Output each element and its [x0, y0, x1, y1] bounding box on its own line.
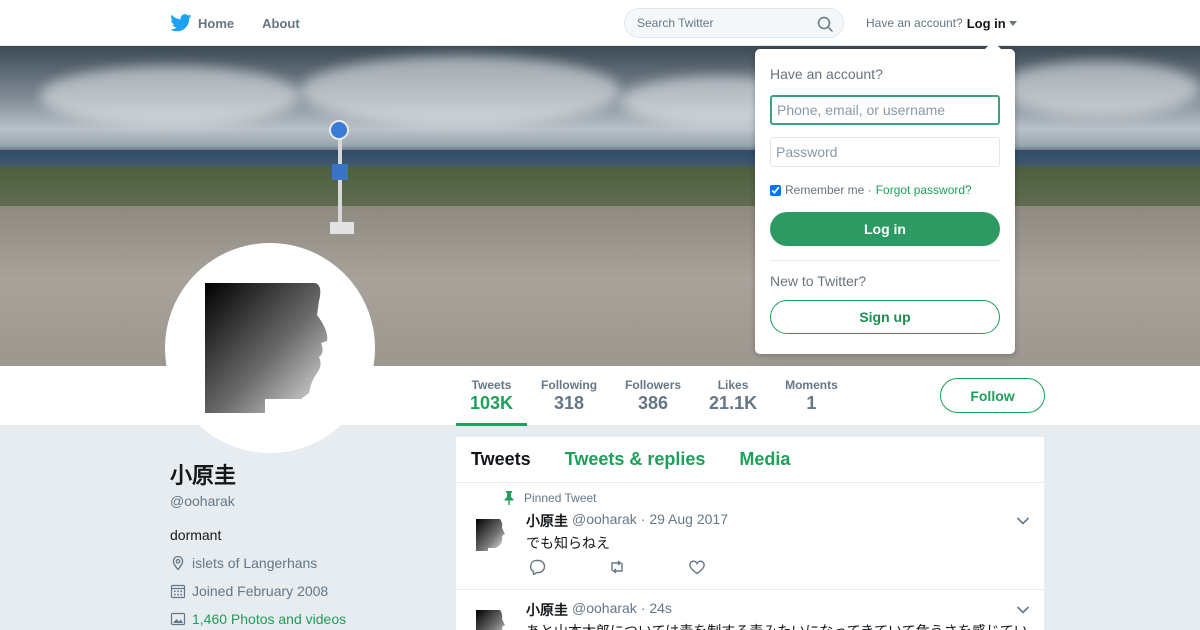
- tweet-author-handle[interactable]: @ooharak: [572, 600, 637, 620]
- login-dropdown-toggle[interactable]: Log in: [967, 16, 1017, 31]
- tweet-avatar[interactable]: [476, 610, 506, 630]
- tweet-timestamp[interactable]: · 24s: [641, 600, 672, 620]
- banner-cloud: [300, 56, 620, 126]
- banner-sign-disc: [329, 120, 349, 140]
- account-prompt-text: Have an account?: [866, 16, 963, 30]
- profile-handle[interactable]: @ooharak: [170, 493, 430, 509]
- chevron-down-icon[interactable]: [1016, 516, 1030, 526]
- signup-button[interactable]: Sign up: [770, 300, 1000, 334]
- remember-me-label: Remember me ·: [785, 183, 872, 197]
- timeline-tabs: Tweets Tweets & replies Media: [456, 437, 1044, 483]
- avatar-silhouette-image: [205, 283, 328, 413]
- login-dropdown-title: Have an account?: [770, 66, 883, 82]
- photos-videos-link[interactable]: 1,460 Photos and videos: [192, 611, 346, 627]
- profile-bio: dormant: [170, 527, 222, 543]
- stat-label: Likes: [717, 378, 749, 392]
- tweet-author-name[interactable]: 小原圭: [526, 511, 568, 531]
- remember-me-row: Remember me · Forgot password?: [770, 183, 972, 197]
- top-navigation-bar: Home About Have an account? Log in: [0, 0, 1200, 46]
- follow-button[interactable]: Follow: [940, 378, 1045, 413]
- banner-cloud: [40, 66, 300, 126]
- nav-home-label: Home: [198, 15, 235, 31]
- chevron-down-icon[interactable]: [1016, 605, 1030, 615]
- profile-avatar[interactable]: [165, 243, 375, 453]
- like-heart-icon[interactable]: [688, 559, 706, 575]
- tweet-text: でも知らねえ: [526, 535, 610, 551]
- profile-name[interactable]: 小原圭: [170, 458, 430, 490]
- stat-moments[interactable]: Moments 1: [771, 366, 852, 426]
- new-to-twitter-label: New to Twitter?: [770, 273, 867, 289]
- location-text: islets of Langerhans: [192, 555, 318, 571]
- banner-cloud: [1000, 61, 1200, 116]
- stat-label: Tweets: [471, 378, 512, 392]
- login-link-label: Log in: [966, 15, 1006, 31]
- profile-stats: Tweets 103K Following 318 Followers 386 …: [456, 366, 852, 426]
- tweet-avatar[interactable]: [476, 519, 506, 551]
- banner-sign-base: [330, 222, 354, 234]
- stat-label: Following: [541, 378, 598, 392]
- stat-following[interactable]: Following 318: [527, 366, 611, 426]
- twitter-bird-icon: [170, 14, 192, 32]
- tweet-author-name[interactable]: 小原圭: [526, 600, 568, 620]
- photo-icon: [170, 612, 186, 626]
- reply-icon[interactable]: [528, 559, 546, 575]
- stat-likes[interactable]: Likes 21.1K: [695, 366, 771, 426]
- search-icon[interactable]: [817, 16, 833, 32]
- stat-value: 103K: [470, 393, 514, 413]
- stat-value: 318: [554, 393, 585, 413]
- profile-joined: Joined February 2008: [170, 583, 430, 599]
- tweet-actions: [528, 559, 706, 575]
- joined-text: Joined February 2008: [192, 583, 329, 599]
- tweet-header: 小原圭 @ooharak · 29 Aug 2017: [526, 511, 728, 531]
- stat-value: 386: [638, 393, 669, 413]
- search-box: [624, 8, 844, 38]
- login-dropdown: Have an account? Remember me · Forgot pa…: [755, 41, 1015, 354]
- stat-label: Followers: [625, 378, 682, 392]
- tweet-author-handle[interactable]: @ooharak: [572, 511, 637, 531]
- username-field[interactable]: [770, 95, 1000, 125]
- tab-media[interactable]: Media: [739, 449, 790, 470]
- tweet-item[interactable]: 小原圭 @ooharak · 24s あと山本太郎については毒を制する毒みたいに…: [456, 590, 1044, 630]
- profile-location: islets of Langerhans: [170, 555, 430, 571]
- tweet-header: 小原圭 @ooharak · 24s: [526, 600, 672, 620]
- profile-card: 小原圭 @ooharak dormant islets of Langerhan…: [170, 458, 430, 627]
- stat-label: Moments: [785, 378, 838, 392]
- tab-tweets-and-replies[interactable]: Tweets & replies: [565, 449, 706, 470]
- stat-tweets[interactable]: Tweets 103K: [456, 366, 528, 426]
- tweet-text: あと山本太郎については毒を制する毒みたいになってきていて危うさを感じてい: [526, 621, 1031, 630]
- tweet-item[interactable]: Pinned Tweet 小原圭 @ooharak · 29 Aug 2017 …: [456, 483, 1044, 590]
- forgot-password-link[interactable]: Forgot password?: [876, 183, 972, 197]
- nav-left: Home About: [170, 0, 300, 46]
- banner-sign-pole: [338, 134, 342, 234]
- search-input[interactable]: [637, 16, 807, 30]
- password-field[interactable]: [770, 137, 1000, 167]
- calendar-icon: [170, 584, 186, 599]
- timeline: Tweets Tweets & replies Media Pinned Twe…: [456, 437, 1044, 630]
- account-prompt: Have an account? Log in: [866, 0, 1017, 46]
- nav-about-link[interactable]: About: [262, 16, 300, 31]
- login-button[interactable]: Log in: [770, 212, 1000, 246]
- pinned-label: Pinned Tweet: [524, 491, 597, 505]
- tweet-timestamp[interactable]: · 29 Aug 2017: [641, 511, 728, 531]
- pinned-indicator: Pinned Tweet: [504, 491, 597, 505]
- nav-home-link[interactable]: Home: [170, 14, 234, 32]
- banner-sign-plate: [332, 164, 348, 180]
- caret-down-icon: [1008, 21, 1017, 26]
- retweet-icon[interactable]: [608, 559, 626, 575]
- stat-value: 1: [806, 393, 817, 413]
- pin-icon: [504, 491, 514, 505]
- profile-media: 1,460 Photos and videos: [170, 611, 430, 627]
- dropdown-divider: [770, 260, 1000, 261]
- stat-followers[interactable]: Followers 386: [611, 366, 695, 426]
- remember-me-checkbox[interactable]: [770, 184, 781, 196]
- tab-tweets[interactable]: Tweets: [471, 449, 531, 470]
- stat-value: 21.1K: [709, 393, 758, 413]
- location-pin-icon: [172, 555, 184, 571]
